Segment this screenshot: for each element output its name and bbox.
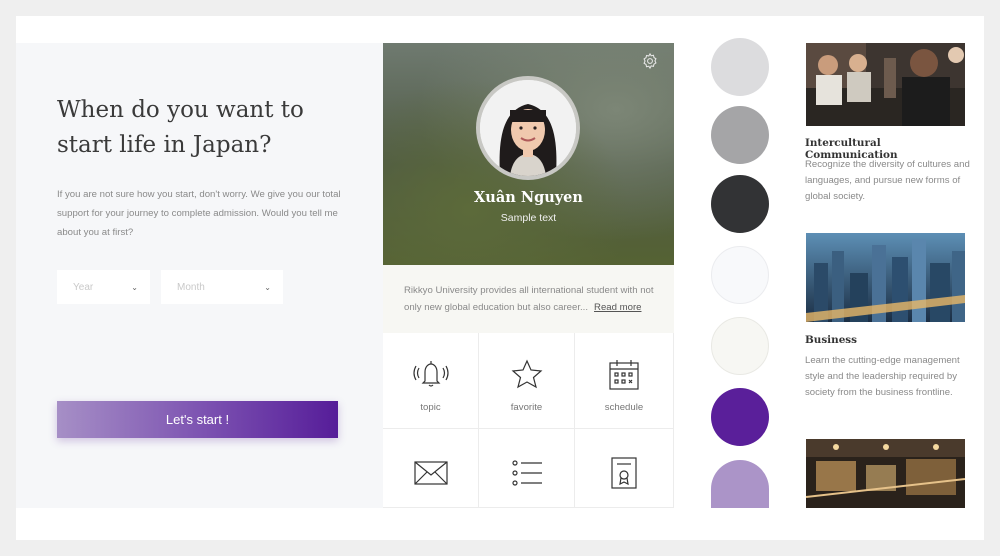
certificate-icon [611,457,637,489]
lets-start-button[interactable]: Let's start ! [57,401,338,438]
profile-subtitle: Sample text [500,212,557,224]
month-select[interactable]: Month ⌄ [161,270,283,304]
color-swatch [711,175,769,233]
month-select-placeholder: Month [177,281,205,293]
profile-info: Rikkyo University provides all internati… [383,265,674,333]
menu-item-label: favorite [510,402,543,413]
color-swatch [711,317,769,375]
onboarding-panel: When do you want to start life in Japan?… [16,43,383,508]
onboarding-intro: If you are not sure how you start, don't… [57,189,341,238]
calendar-icon [609,360,639,390]
menu-grid: topic favorite schedule [383,333,674,508]
menu-item-certificate[interactable] [575,429,674,508]
menu-item-label: topic [420,402,441,413]
chevron-down-icon: ⌄ [131,282,138,292]
menu-item-list[interactable] [479,429,575,508]
color-swatch [711,38,769,96]
gear-icon[interactable] [641,52,659,70]
chevron-down-icon: ⌄ [264,282,271,292]
intercultural-photo[interactable] [806,43,965,126]
menu-item-favorite[interactable]: favorite [479,333,575,429]
year-select-placeholder: Year [73,281,94,293]
star-icon [511,359,542,389]
menu-item-mail[interactable] [383,429,479,508]
color-swatch [711,246,769,304]
card-description: Recognize the diversity of cultures and … [805,159,970,202]
menu-item-topic[interactable]: topic [383,333,479,429]
avatar[interactable] [476,76,580,180]
color-swatch [711,106,769,164]
onboarding-headline: When do you want to start life in Japan? [57,97,304,158]
bell-icon [412,361,449,387]
card-title: Business [805,334,857,346]
read-more-link[interactable]: Read more [594,302,641,313]
mail-icon [413,461,448,485]
menu-item-schedule[interactable]: schedule [575,333,674,429]
business-photo[interactable] [806,233,965,322]
color-swatch [711,388,769,446]
avatar-photo [480,80,576,176]
campus-photo[interactable] [806,439,965,508]
list-icon [511,460,542,486]
year-select[interactable]: Year ⌄ [57,270,150,304]
profile-header: Xuân Nguyen Sample text [383,43,674,265]
profile-name: Xuân Nguyen [474,189,583,206]
menu-item-label: schedule [604,402,644,413]
card-description: Learn the cutting-edge management style … [805,355,960,398]
